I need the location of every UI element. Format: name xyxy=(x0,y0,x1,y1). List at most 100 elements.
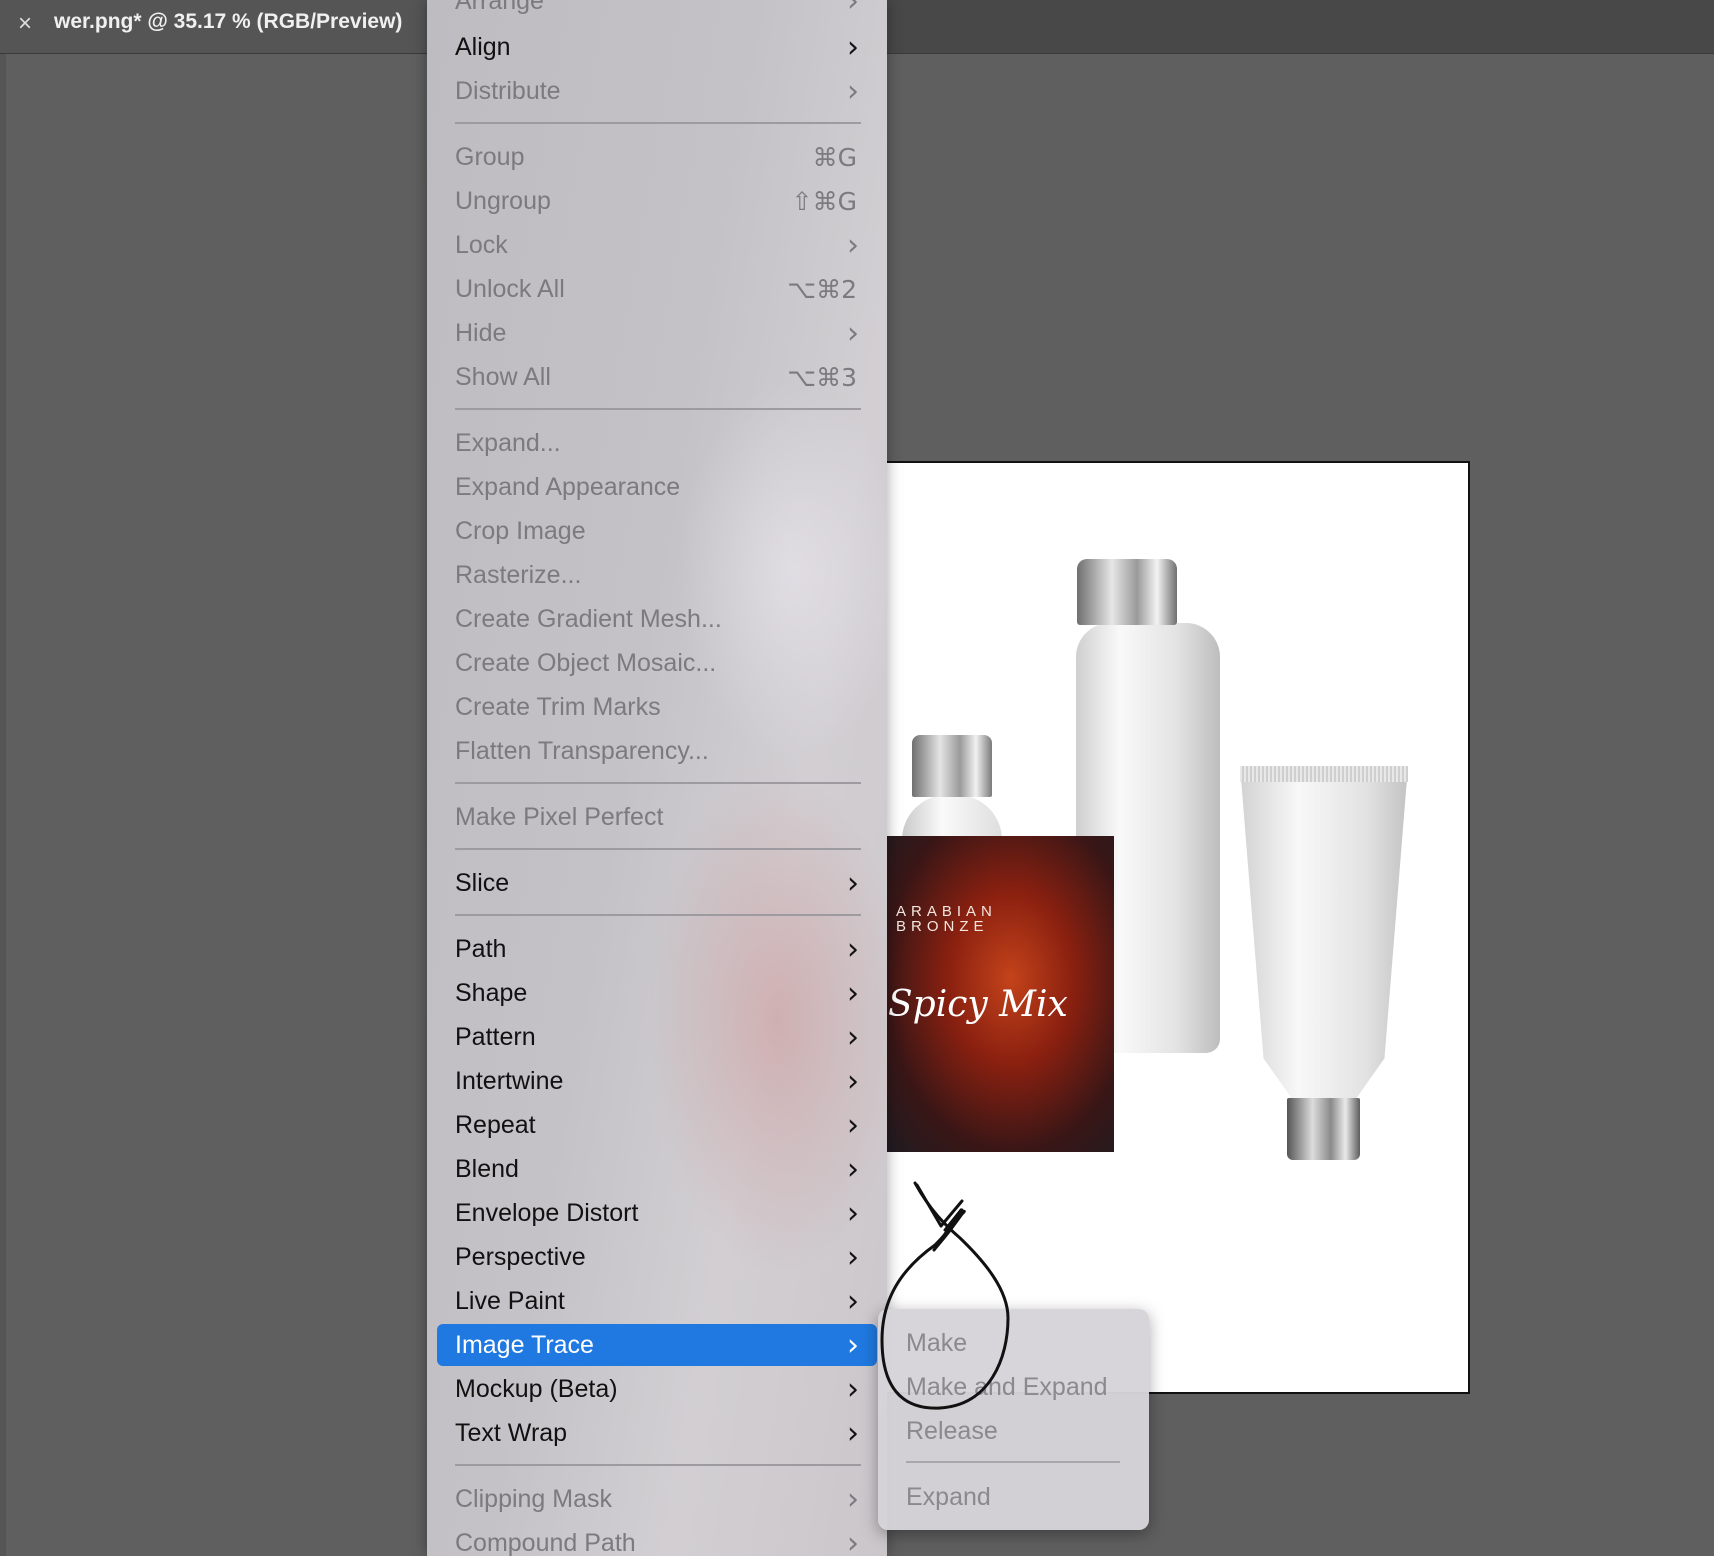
chevron-right-icon: › xyxy=(847,932,859,967)
menu-item-slice[interactable]: Slice › xyxy=(437,862,877,904)
menu-item-clipping-mask[interactable]: Clipping Mask › xyxy=(437,1478,877,1520)
chevron-right-icon: › xyxy=(847,1372,859,1407)
chevron-right-icon: › xyxy=(847,74,859,109)
document-tab[interactable]: × wer.png* @ 35.17 % (RGB/Preview) xyxy=(0,0,440,53)
menu-separator xyxy=(455,122,861,124)
submenu-item-expand[interactable]: Expand xyxy=(906,1483,991,1512)
menu-item-label: Mockup (Beta) xyxy=(455,1375,618,1403)
menu-item-perspective[interactable]: Perspective › xyxy=(437,1236,877,1278)
menu-item-distribute[interactable]: Distribute › xyxy=(437,70,877,112)
menu-item-label: Blend xyxy=(455,1155,519,1183)
menu-item-shortcut: ⌥⌘2 xyxy=(787,275,857,304)
menu-item-lock[interactable]: Lock › xyxy=(437,224,877,266)
menu-item-intertwine[interactable]: Intertwine › xyxy=(437,1060,877,1102)
menu-item-arrange[interactable]: Arrange › xyxy=(437,0,877,22)
menu-item-pattern[interactable]: Pattern › xyxy=(437,1016,877,1058)
menu-item-flatten-transparency[interactable]: Flatten Transparency... xyxy=(437,730,877,772)
tube-body xyxy=(1240,766,1408,1106)
menu-item-create-object-mosaic[interactable]: Create Object Mosaic... xyxy=(437,642,877,684)
menu-separator xyxy=(455,782,861,784)
chevron-right-icon: › xyxy=(847,976,859,1011)
menu-item-label: Image Trace xyxy=(455,1331,594,1359)
menu-item-image-trace[interactable]: Image Trace › xyxy=(437,1324,877,1366)
label-brand-line-2: BRONZE xyxy=(896,918,989,935)
menu-item-label: Perspective xyxy=(455,1243,586,1271)
chevron-right-icon: › xyxy=(847,1416,859,1451)
submenu-item-make-and-expand[interactable]: Make and Expand xyxy=(906,1373,1108,1402)
chevron-right-icon: › xyxy=(847,228,859,263)
menu-item-text-wrap[interactable]: Text Wrap › xyxy=(437,1412,877,1454)
menu-item-create-gradient-mesh[interactable]: Create Gradient Mesh... xyxy=(437,598,877,640)
menu-item-label: Ungroup xyxy=(455,187,551,215)
label-brand: ARABIAN BRONZE xyxy=(896,904,997,934)
submenu-item-make[interactable]: Make xyxy=(906,1329,967,1358)
chevron-right-icon: › xyxy=(847,316,859,351)
menu-item-label: Shape xyxy=(455,979,528,1007)
menu-item-label: Expand... xyxy=(455,429,561,457)
chevron-right-icon: › xyxy=(847,0,859,19)
menu-item-unlock-all[interactable]: Unlock All ⌥⌘2 xyxy=(437,268,877,310)
menu-item-label: Pattern xyxy=(455,1023,536,1051)
menu-item-shortcut: ⌥⌘3 xyxy=(787,363,857,392)
menu-item-rasterize[interactable]: Rasterize... xyxy=(437,554,877,596)
menu-item-expand[interactable]: Expand... xyxy=(437,422,877,464)
menu-item-label: Hide xyxy=(455,319,507,347)
chevron-right-icon: › xyxy=(847,1108,859,1143)
label-script-text: Spicy Mix xyxy=(888,984,1068,1025)
menu-item-ungroup[interactable]: Ungroup ⇧⌘G xyxy=(437,180,877,222)
menu-item-label: Envelope Distort xyxy=(455,1199,639,1227)
menu-item-label: Unlock All xyxy=(455,275,565,303)
menu-item-shortcut: ⌘G xyxy=(812,143,857,172)
menu-item-label: Distribute xyxy=(455,77,561,105)
menu-item-label: Crop Image xyxy=(455,517,586,545)
menu-item-compound-path[interactable]: Compound Path › xyxy=(437,1522,877,1556)
object-menu: Arrange › Align › Distribute › Group ⌘G Ungroup ⇧… xyxy=(427,0,887,1556)
label-brand-line-1: ARABIAN xyxy=(896,903,997,920)
menu-item-expand-appearance[interactable]: Expand Appearance xyxy=(437,466,877,508)
menu-item-repeat[interactable]: Repeat › xyxy=(437,1104,877,1146)
chevron-right-icon: › xyxy=(847,1526,859,1556)
menu-item-label: Repeat xyxy=(455,1111,536,1139)
menu-item-hide[interactable]: Hide › xyxy=(437,312,877,354)
chevron-right-icon: › xyxy=(847,1482,859,1517)
submenu-item-release[interactable]: Release xyxy=(906,1417,998,1446)
menu-item-envelope-distort[interactable]: Envelope Distort › xyxy=(437,1192,877,1234)
artboard[interactable]: ARABIAN BRONZE Spicy Mix xyxy=(882,461,1470,1394)
menu-item-label: Path xyxy=(455,935,507,963)
menu-item-path[interactable]: Path › xyxy=(437,928,877,970)
chevron-right-icon: › xyxy=(847,1020,859,1055)
menu-item-make-pixel-perfect[interactable]: Make Pixel Perfect xyxy=(437,796,877,838)
menu-item-create-trim-marks[interactable]: Create Trim Marks xyxy=(437,686,877,728)
chevron-right-icon: › xyxy=(847,1284,859,1319)
tube-cap xyxy=(1287,1098,1360,1160)
menu-item-label: Create Trim Marks xyxy=(455,693,661,721)
menu-separator xyxy=(455,408,861,410)
close-icon[interactable]: × xyxy=(18,10,32,38)
menu-separator xyxy=(455,914,861,916)
menu-item-label: Live Paint xyxy=(455,1287,565,1315)
menu-item-blend[interactable]: Blend › xyxy=(437,1148,877,1190)
chevron-right-icon: › xyxy=(847,1328,859,1363)
product-label-image: ARABIAN BRONZE Spicy Mix xyxy=(884,836,1114,1152)
menu-item-label: Show All xyxy=(455,363,551,391)
menu-item-live-paint[interactable]: Live Paint › xyxy=(437,1280,877,1322)
menu-item-label: Expand Appearance xyxy=(455,473,681,501)
chevron-right-icon: › xyxy=(847,30,859,65)
menu-separator xyxy=(455,1464,861,1466)
menu-item-align[interactable]: Align › xyxy=(437,26,877,68)
menu-item-crop-image[interactable]: Crop Image xyxy=(437,510,877,552)
menu-item-show-all[interactable]: Show All ⌥⌘3 xyxy=(437,356,877,398)
menu-item-label: Create Object Mosaic... xyxy=(455,649,717,677)
menu-item-shortcut: ⇧⌘G xyxy=(791,187,857,216)
menu-item-shape[interactable]: Shape › xyxy=(437,972,877,1014)
menu-item-group[interactable]: Group ⌘G xyxy=(437,136,877,178)
menu-item-label: Clipping Mask xyxy=(455,1485,613,1513)
image-trace-submenu: Make Make and Expand Release Expand xyxy=(878,1309,1149,1530)
tall-bottle-cap xyxy=(1077,559,1177,625)
menu-item-label: Flatten Transparency... xyxy=(455,737,709,765)
chevron-right-icon: › xyxy=(847,1240,859,1275)
menu-item-label: Align xyxy=(455,33,511,61)
submenu-separator xyxy=(906,1461,1120,1463)
menu-item-label: Create Gradient Mesh... xyxy=(455,605,722,633)
menu-item-mockup-beta[interactable]: Mockup (Beta) › xyxy=(437,1368,877,1410)
